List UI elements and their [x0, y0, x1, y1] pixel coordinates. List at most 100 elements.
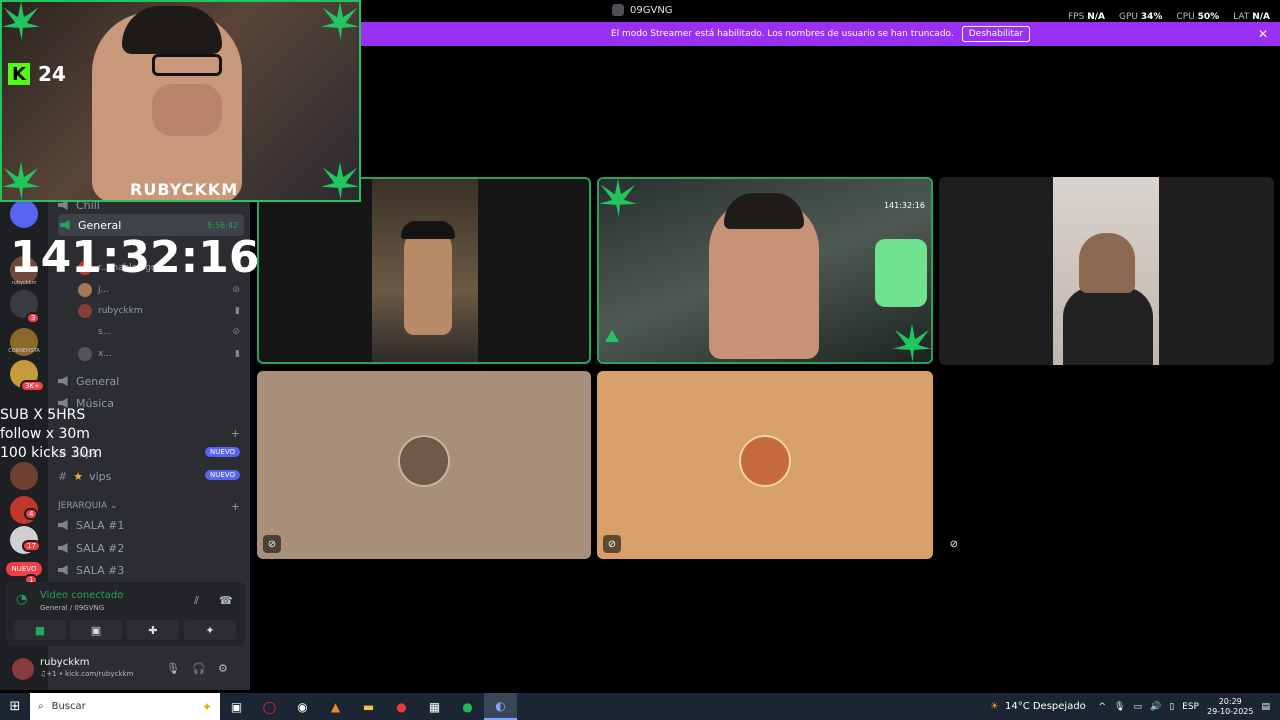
voice-connection-panel: ◔ Video conectado General / 09GVNG ⫽ ☎ ■…: [6, 582, 245, 646]
voice-member[interactable]: x... ▮: [78, 344, 240, 364]
video-tile[interactable]: 141:32:16: [597, 177, 933, 364]
participant-video: [404, 225, 452, 335]
muted-icon: ⊘: [232, 327, 240, 337]
lat-stat: LAT N/A: [1233, 12, 1270, 22]
goal-line: SUB X 5HRS: [0, 407, 86, 423]
webcam-feed: [152, 84, 222, 136]
speaker-icon: [60, 220, 70, 230]
notification-icon[interactable]: ▤: [1261, 702, 1270, 712]
video-tile[interactable]: [257, 177, 591, 364]
app-icon[interactable]: ▲: [319, 693, 352, 720]
discord-icon[interactable]: ◐: [484, 693, 517, 720]
weather-icon: ☀: [990, 701, 999, 712]
cpu-stat: CPU 50%: [1176, 12, 1220, 22]
app-icon[interactable]: ●: [385, 693, 418, 720]
microphone-icon[interactable]: 🎙: [166, 662, 180, 675]
participant-video: [875, 239, 927, 307]
category-header-jerarquia[interactable]: JERARQUIA ⌄ +: [58, 500, 244, 513]
voice-member[interactable]: s... ⊘: [78, 322, 240, 342]
text-channel-vips[interactable]: # ★ vips: [58, 465, 111, 487]
banner-text: El modo Streamer está habilitado. Los no…: [610, 29, 954, 39]
avatar: [398, 435, 450, 487]
store-icon[interactable]: ▦: [418, 693, 451, 720]
video-tile[interactable]: [939, 177, 1274, 365]
speaker-icon: [58, 543, 68, 553]
voice-member[interactable]: rubyckkm ▮: [78, 301, 240, 321]
windows-taskbar: ⊞ ⌕ Buscar ✦ ▣ ◯ ◉ ▲ ▬ ● ▦ ● ◐ ☀ 14°C De…: [0, 693, 1280, 720]
signal-icon[interactable]: ◔: [16, 592, 32, 608]
notification-badge: 17: [22, 540, 41, 552]
participant-video: [1079, 233, 1135, 293]
subathon-timer: 141:32:16: [10, 232, 260, 283]
voice-channel-sala-1[interactable]: SALA #1: [58, 514, 124, 536]
server-icon: [612, 4, 624, 16]
microphone-icon[interactable]: 🎙: [1114, 702, 1125, 712]
new-badge: NUEVO: [205, 470, 240, 480]
participant-tile[interactable]: ⊘: [257, 371, 591, 559]
network-icon[interactable]: ▭: [1133, 702, 1142, 712]
avatar: [78, 347, 92, 361]
muted-icon: ⊘: [232, 285, 240, 295]
voice-channel-general[interactable]: General: [58, 370, 119, 392]
server-icon[interactable]: [10, 200, 38, 228]
voice-channel-sala-3[interactable]: SALA #3: [58, 559, 124, 581]
add-channel-icon[interactable]: +: [231, 500, 240, 513]
chevron-up-icon[interactable]: ^: [1098, 702, 1106, 712]
task-view-icon[interactable]: ▣: [220, 693, 253, 720]
screen-share-button[interactable]: ▣: [70, 620, 122, 640]
camera-button[interactable]: ■: [14, 620, 66, 640]
avatar: [78, 304, 92, 318]
stream-timer: 141:32:16: [883, 201, 925, 210]
camera-off-icon: ⊘: [949, 538, 959, 550]
leaf-icon: [321, 2, 359, 40]
leaf-icon: [2, 162, 40, 200]
camera-off-icon: ⊘: [603, 535, 621, 553]
participant-video: [401, 221, 455, 239]
volume-icon[interactable]: 🔊: [1150, 702, 1161, 712]
opera-icon[interactable]: ◯: [253, 693, 286, 720]
server-icon[interactable]: [10, 462, 38, 490]
username[interactable]: rubyckkm: [40, 657, 90, 668]
soundboard-button[interactable]: ✦: [184, 620, 236, 640]
noise-suppression-icon[interactable]: ⫽: [194, 594, 199, 608]
speaker-icon: [58, 565, 68, 575]
user-status: ♫+1 • kick.com/rubyckkm: [40, 670, 134, 678]
language-indicator[interactable]: ESP: [1182, 702, 1199, 712]
voice-location[interactable]: General / 09GVNG: [40, 604, 104, 612]
folder-icon[interactable]: ▬: [352, 693, 385, 720]
streamer-mode-banner: El modo Streamer está habilitado. Los no…: [361, 22, 1280, 46]
new-servers-pill[interactable]: NUEVO: [6, 562, 42, 576]
windows-start-icon[interactable]: ⊞: [0, 693, 30, 720]
voice-channel-sala-2[interactable]: SALA #2: [58, 537, 124, 559]
add-channel-icon[interactable]: +: [231, 427, 240, 440]
chevron-down-icon: ⌄: [110, 501, 118, 511]
subathon-goals: SUB X 5HRS follow x 30m 100 kicks 30m: [0, 406, 102, 463]
streamer-name: RUBYCKKM: [130, 180, 239, 199]
voice-member[interactable]: j... ⊘: [78, 280, 240, 300]
camera-icon: ▮: [235, 349, 240, 359]
performance-stats: FPS N/A GPU 34% CPU 50% LAT N/A: [1068, 12, 1270, 22]
disable-streamer-button[interactable]: Deshabilitar: [961, 26, 1031, 42]
participant-video: [724, 193, 804, 229]
clock[interactable]: 20:29 29-10-2025: [1207, 697, 1254, 717]
spotify-icon[interactable]: ●: [451, 693, 484, 720]
voice-status[interactable]: Video conectado: [40, 590, 123, 601]
activities-button[interactable]: ✚: [127, 620, 179, 640]
battery-icon[interactable]: ▯: [1169, 702, 1174, 712]
headphones-icon[interactable]: 🎧: [192, 662, 206, 675]
participant-tile[interactable]: ⊘: [597, 371, 933, 559]
close-icon[interactable]: ✕: [1258, 27, 1268, 41]
gear-icon[interactable]: ⚙: [218, 662, 228, 675]
kick-logo-icon: K: [8, 63, 30, 85]
notification-badge: 3: [26, 312, 41, 324]
disconnect-icon[interactable]: ☎: [219, 594, 233, 607]
obs-icon[interactable]: ◉: [286, 693, 319, 720]
notification-badge: 3K+: [20, 380, 45, 392]
system-tray: ^ 🎙 ▭ 🔊 ▯ ESP 20:29 29-10-2025 ▤: [1098, 693, 1280, 720]
avatar[interactable]: [12, 658, 34, 680]
leaf-icon: [2, 2, 40, 40]
weather-widget[interactable]: ☀ 14°C Despejado: [990, 693, 1086, 720]
speaker-icon: [58, 376, 68, 386]
webcam-feed: [152, 54, 222, 76]
taskbar-search[interactable]: ⌕ Buscar ✦: [30, 693, 220, 720]
